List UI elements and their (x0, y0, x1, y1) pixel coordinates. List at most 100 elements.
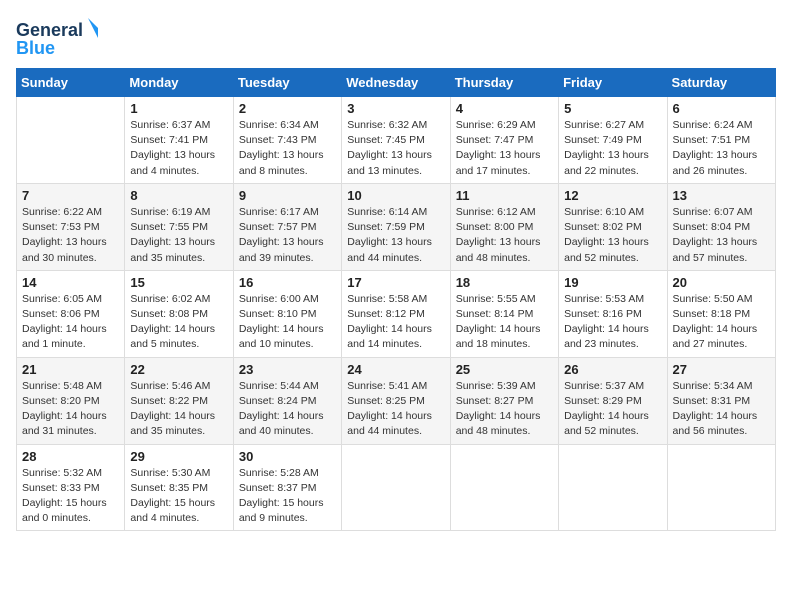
day-info: Sunrise: 6:19 AMSunset: 7:55 PMDaylight:… (130, 205, 227, 266)
weekday-header: Monday (125, 69, 233, 97)
day-info: Sunrise: 5:28 AMSunset: 8:37 PMDaylight:… (239, 466, 336, 527)
calendar-week-row: 7 Sunrise: 6:22 AMSunset: 7:53 PMDaylight… (17, 183, 776, 270)
day-info: Sunrise: 5:39 AMSunset: 8:27 PMDaylight:… (456, 379, 553, 440)
day-number: 6 (673, 101, 770, 116)
day-number: 1 (130, 101, 227, 116)
day-info: Sunrise: 5:46 AMSunset: 8:22 PMDaylight:… (130, 379, 227, 440)
svg-text:Blue: Blue (16, 38, 55, 58)
day-info: Sunrise: 6:34 AMSunset: 7:43 PMDaylight:… (239, 118, 336, 179)
day-number: 17 (347, 275, 444, 290)
calendar-cell: 21Sunrise: 5:48 AMSunset: 8:20 PMDayligh… (17, 357, 125, 444)
calendar-cell: 11Sunrise: 6:12 AMSunset: 8:00 PMDayligh… (450, 183, 558, 270)
calendar-cell: 6 Sunrise: 6:24 AMSunset: 7:51 PMDaylight… (667, 97, 775, 184)
day-info: Sunrise: 6:22 AMSunset: 7:53 PMDaylight:… (22, 205, 119, 266)
day-number: 29 (130, 449, 227, 464)
day-info: Sunrise: 6:00 AMSunset: 8:10 PMDaylight:… (239, 292, 336, 353)
day-number: 2 (239, 101, 336, 116)
calendar-cell: 22 Sunrise: 5:46 AMSunset: 8:22 PMDayligh… (125, 357, 233, 444)
day-info: Sunrise: 5:55 AMSunset: 8:14 PMDaylight:… (456, 292, 553, 353)
calendar-week-row: 28 Sunrise: 5:32 AMSunset: 8:33 PMDayligh… (17, 444, 776, 531)
day-number: 13 (673, 188, 770, 203)
calendar-cell: 7 Sunrise: 6:22 AMSunset: 7:53 PMDaylight… (17, 183, 125, 270)
calendar-cell: 28 Sunrise: 5:32 AMSunset: 8:33 PMDayligh… (17, 444, 125, 531)
svg-text:General: General (16, 20, 83, 40)
calendar-week-row: 1 Sunrise: 6:37 AMSunset: 7:41 PMDaylight… (17, 97, 776, 184)
day-info: Sunrise: 5:32 AMSunset: 8:33 PMDaylight:… (22, 466, 119, 527)
day-number: 27 (673, 362, 770, 377)
day-number: 23 (239, 362, 336, 377)
day-number: 9 (239, 188, 336, 203)
calendar-cell: 29 Sunrise: 5:30 AMSunset: 8:35 PMDayligh… (125, 444, 233, 531)
day-info: Sunrise: 5:53 AMSunset: 8:16 PMDaylight:… (564, 292, 661, 353)
day-info: Sunrise: 6:02 AMSunset: 8:08 PMDaylight:… (130, 292, 227, 353)
day-info: Sunrise: 5:58 AMSunset: 8:12 PMDaylight:… (347, 292, 444, 353)
day-number: 21 (22, 362, 119, 377)
calendar-cell: 2 Sunrise: 6:34 AMSunset: 7:43 PMDaylight… (233, 97, 341, 184)
day-info: Sunrise: 5:37 AMSunset: 8:29 PMDaylight:… (564, 379, 661, 440)
calendar-cell: 8 Sunrise: 6:19 AMSunset: 7:55 PMDaylight… (125, 183, 233, 270)
day-number: 4 (456, 101, 553, 116)
day-number: 25 (456, 362, 553, 377)
calendar-cell: 20 Sunrise: 5:50 AMSunset: 8:18 PMDayligh… (667, 270, 775, 357)
page-header: GeneralBlue (16, 16, 776, 60)
calendar-cell: 24Sunrise: 5:41 AMSunset: 8:25 PMDayligh… (342, 357, 450, 444)
day-info: Sunrise: 6:14 AMSunset: 7:59 PMDaylight:… (347, 205, 444, 266)
calendar-cell: 3Sunrise: 6:32 AMSunset: 7:45 PMDaylight… (342, 97, 450, 184)
day-number: 20 (673, 275, 770, 290)
day-number: 22 (130, 362, 227, 377)
day-info: Sunrise: 5:30 AMSunset: 8:35 PMDaylight:… (130, 466, 227, 527)
calendar-header-row: SundayMondayTuesdayWednesdayThursdayFrid… (17, 69, 776, 97)
day-info: Sunrise: 6:07 AMSunset: 8:04 PMDaylight:… (673, 205, 770, 266)
day-number: 30 (239, 449, 336, 464)
day-info: Sunrise: 6:24 AMSunset: 7:51 PMDaylight:… (673, 118, 770, 179)
logo-svg: GeneralBlue (16, 16, 106, 60)
day-number: 14 (22, 275, 119, 290)
day-number: 24 (347, 362, 444, 377)
calendar-week-row: 14 Sunrise: 6:05 AMSunset: 8:06 PMDayligh… (17, 270, 776, 357)
day-info: Sunrise: 6:05 AMSunset: 8:06 PMDaylight:… (22, 292, 119, 353)
calendar-cell (342, 444, 450, 531)
calendar-cell: 30 Sunrise: 5:28 AMSunset: 8:37 PMDayligh… (233, 444, 341, 531)
day-number: 19 (564, 275, 661, 290)
day-number: 8 (130, 188, 227, 203)
calendar-cell: 27Sunrise: 5:34 AMSunset: 8:31 PMDayligh… (667, 357, 775, 444)
calendar-cell: 25 Sunrise: 5:39 AMSunset: 8:27 PMDayligh… (450, 357, 558, 444)
day-number: 15 (130, 275, 227, 290)
weekday-header: Tuesday (233, 69, 341, 97)
day-number: 10 (347, 188, 444, 203)
calendar-cell: 14 Sunrise: 6:05 AMSunset: 8:06 PMDayligh… (17, 270, 125, 357)
calendar-cell (17, 97, 125, 184)
calendar-table: SundayMondayTuesdayWednesdayThursdayFrid… (16, 68, 776, 531)
day-info: Sunrise: 6:27 AMSunset: 7:49 PMDaylight:… (564, 118, 661, 179)
calendar-cell: 12 Sunrise: 6:10 AMSunset: 8:02 PMDayligh… (559, 183, 667, 270)
calendar-cell: 1 Sunrise: 6:37 AMSunset: 7:41 PMDaylight… (125, 97, 233, 184)
weekday-header: Thursday (450, 69, 558, 97)
calendar-cell: 13 Sunrise: 6:07 AMSunset: 8:04 PMDayligh… (667, 183, 775, 270)
day-number: 16 (239, 275, 336, 290)
day-info: Sunrise: 5:50 AMSunset: 8:18 PMDaylight:… (673, 292, 770, 353)
calendar-cell (559, 444, 667, 531)
day-info: Sunrise: 6:37 AMSunset: 7:41 PMDaylight:… (130, 118, 227, 179)
day-number: 7 (22, 188, 119, 203)
logo: GeneralBlue (16, 16, 106, 60)
day-number: 18 (456, 275, 553, 290)
day-number: 12 (564, 188, 661, 203)
calendar-cell: 18 Sunrise: 5:55 AMSunset: 8:14 PMDayligh… (450, 270, 558, 357)
calendar-cell: 10 Sunrise: 6:14 AMSunset: 7:59 PMDayligh… (342, 183, 450, 270)
calendar-cell: 15 Sunrise: 6:02 AMSunset: 8:08 PMDayligh… (125, 270, 233, 357)
day-number: 28 (22, 449, 119, 464)
calendar-week-row: 21Sunrise: 5:48 AMSunset: 8:20 PMDayligh… (17, 357, 776, 444)
calendar-cell: 9 Sunrise: 6:17 AMSunset: 7:57 PMDaylight… (233, 183, 341, 270)
calendar-cell: 23Sunrise: 5:44 AMSunset: 8:24 PMDayligh… (233, 357, 341, 444)
day-number: 11 (456, 188, 553, 203)
weekday-header: Wednesday (342, 69, 450, 97)
calendar-cell: 17 Sunrise: 5:58 AMSunset: 8:12 PMDayligh… (342, 270, 450, 357)
weekday-header: Friday (559, 69, 667, 97)
day-info: Sunrise: 6:29 AMSunset: 7:47 PMDaylight:… (456, 118, 553, 179)
day-info: Sunrise: 6:10 AMSunset: 8:02 PMDaylight:… (564, 205, 661, 266)
weekday-header: Saturday (667, 69, 775, 97)
day-number: 3 (347, 101, 444, 116)
weekday-header: Sunday (17, 69, 125, 97)
calendar-cell (667, 444, 775, 531)
day-info: Sunrise: 6:17 AMSunset: 7:57 PMDaylight:… (239, 205, 336, 266)
